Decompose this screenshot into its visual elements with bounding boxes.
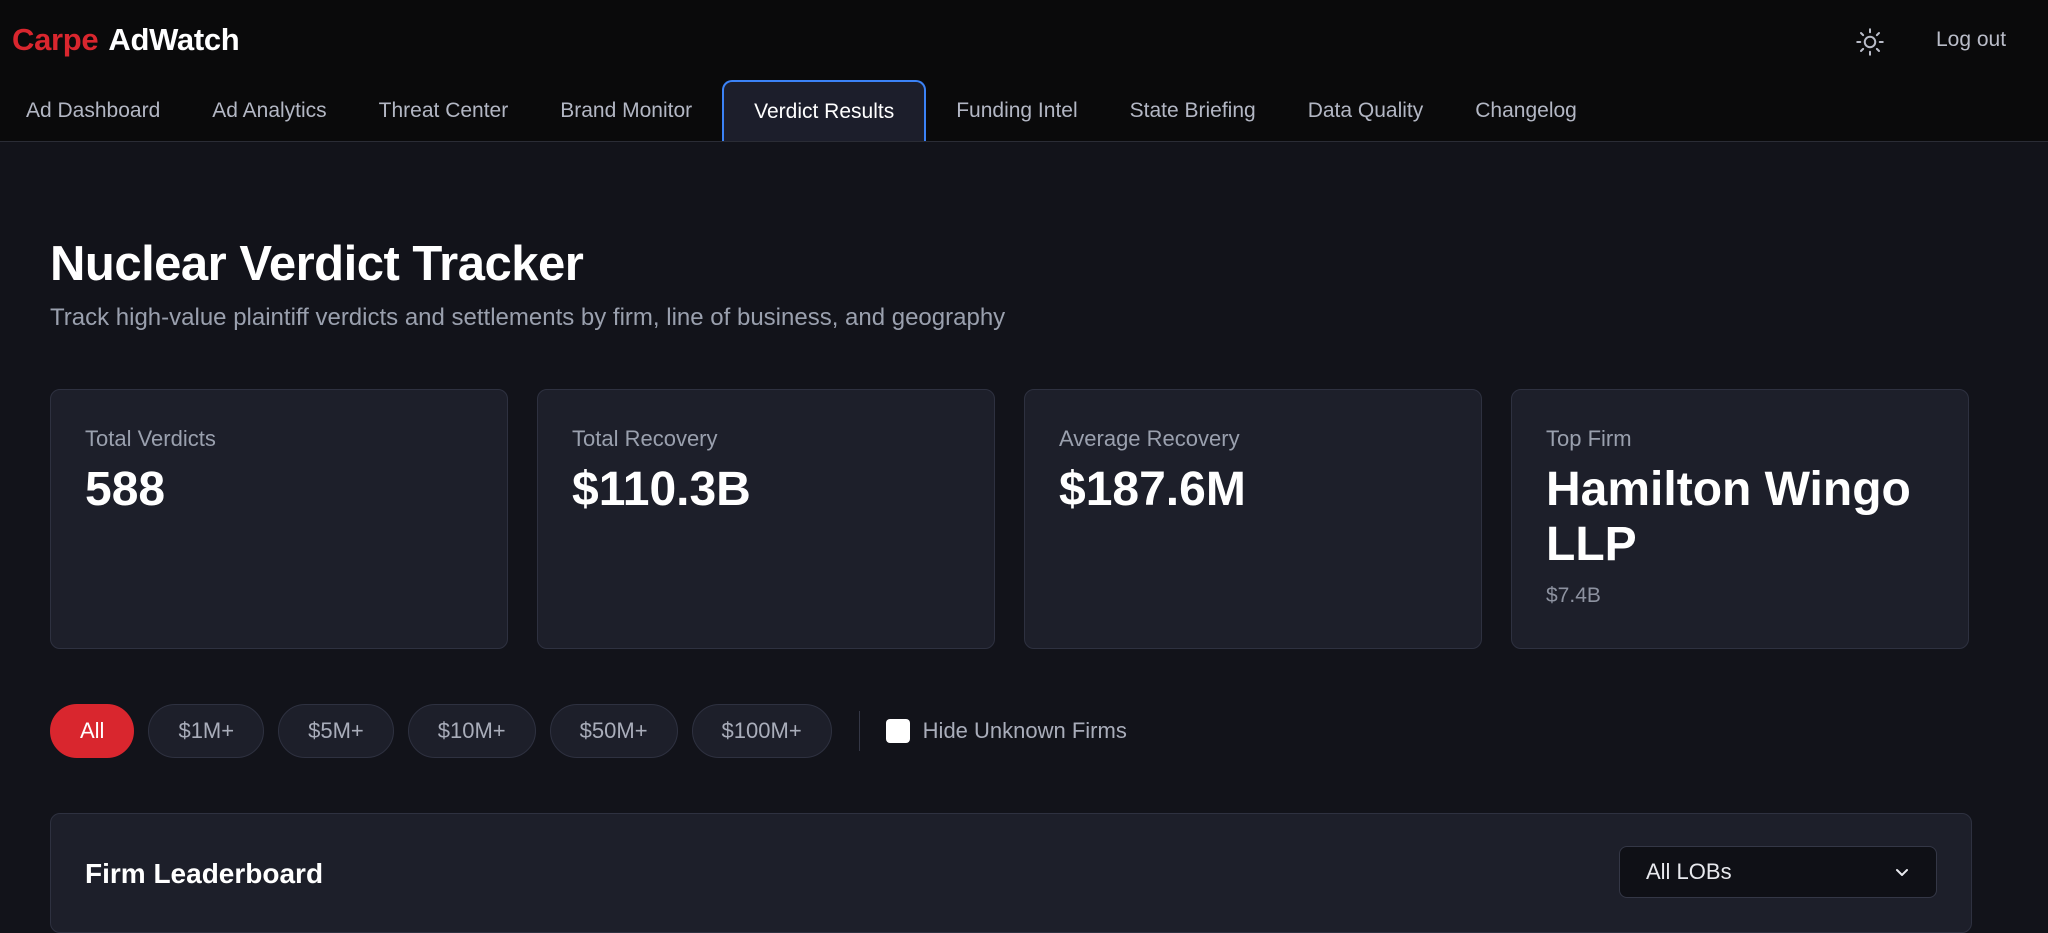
filter-chip-50m[interactable]: $50M+ <box>549 704 678 758</box>
stat-card-top-firm: Top Firm Hamilton Wingo LLP $7.4B <box>1511 389 1969 649</box>
filter-divider <box>858 711 860 751</box>
stat-subvalue: $7.4B <box>1546 584 1601 608</box>
theme-toggle-button[interactable] <box>1852 24 1888 60</box>
tab-brand-monitor[interactable]: Brand Monitor <box>534 80 718 141</box>
tab-changelog[interactable]: Changelog <box>1449 80 1603 141</box>
stat-card-average-recovery: Average Recovery $187.6M <box>1024 389 1482 649</box>
stat-value: $187.6M <box>1059 463 1246 516</box>
panel-title: Firm Leaderboard <box>85 858 324 889</box>
tab-ad-analytics[interactable]: Ad Analytics <box>186 80 352 141</box>
filter-chip-5m[interactable]: $5M+ <box>278 704 394 758</box>
lob-select-value: All LOBs <box>1646 859 1732 884</box>
tab-data-quality[interactable]: Data Quality <box>1282 80 1450 141</box>
page-subtitle: Track high-value plaintiff verdicts and … <box>50 304 1006 331</box>
stat-label: Average Recovery <box>1059 426 1240 451</box>
brand-logo[interactable]: Carpe AdWatch <box>12 22 240 58</box>
stat-value: 588 <box>85 463 166 516</box>
stat-value: Hamilton Wingo LLP <box>1546 463 1911 572</box>
filter-chip-all[interactable]: All <box>50 704 135 758</box>
stat-value: $110.3B <box>572 463 751 516</box>
top-bar: Carpe AdWatch Log out Ad Dashboard Ad Ana… <box>0 0 2048 142</box>
stat-card-total-verdicts: Total Verdicts 588 <box>50 389 508 649</box>
nav-tabs: Ad Dashboard Ad Analytics Threat Center … <box>0 80 1603 141</box>
stat-label: Total Recovery <box>572 426 718 451</box>
tab-ad-dashboard[interactable]: Ad Dashboard <box>0 80 186 141</box>
brand-part-carpe: Carpe <box>12 22 99 57</box>
sun-icon <box>1856 28 1884 56</box>
filter-chip-1m[interactable]: $1M+ <box>148 704 265 758</box>
logout-button[interactable]: Log out <box>1936 28 2006 52</box>
stat-label: Top Firm <box>1546 426 1632 451</box>
hide-unknown-firms-checkbox[interactable] <box>885 719 910 743</box>
hide-unknown-firms-label[interactable]: Hide Unknown Firms <box>923 718 1127 744</box>
filter-chip-10m[interactable]: $10M+ <box>407 704 536 758</box>
filter-chip-100m[interactable]: $100M+ <box>691 704 832 758</box>
tab-state-briefing[interactable]: State Briefing <box>1104 80 1282 141</box>
stat-card-total-recovery: Total Recovery $110.3B <box>537 389 995 649</box>
chevron-down-icon <box>1896 869 1908 876</box>
stat-label: Total Verdicts <box>85 426 216 451</box>
amount-filter-bar: All $1M+ $5M+ $10M+ $50M+ $100M+ Hide Un… <box>50 704 1127 758</box>
tab-verdict-results[interactable]: Verdict Results <box>722 80 927 141</box>
tab-funding-intel[interactable]: Funding Intel <box>930 80 1103 141</box>
firm-leaderboard-panel: Firm Leaderboard All LOBs <box>50 813 1972 933</box>
tab-threat-center[interactable]: Threat Center <box>353 80 535 141</box>
page-title: Nuclear Verdict Tracker <box>50 237 584 291</box>
lob-select[interactable]: All LOBs <box>1619 846 1937 898</box>
brand-part-adwatch: AdWatch <box>108 22 240 57</box>
